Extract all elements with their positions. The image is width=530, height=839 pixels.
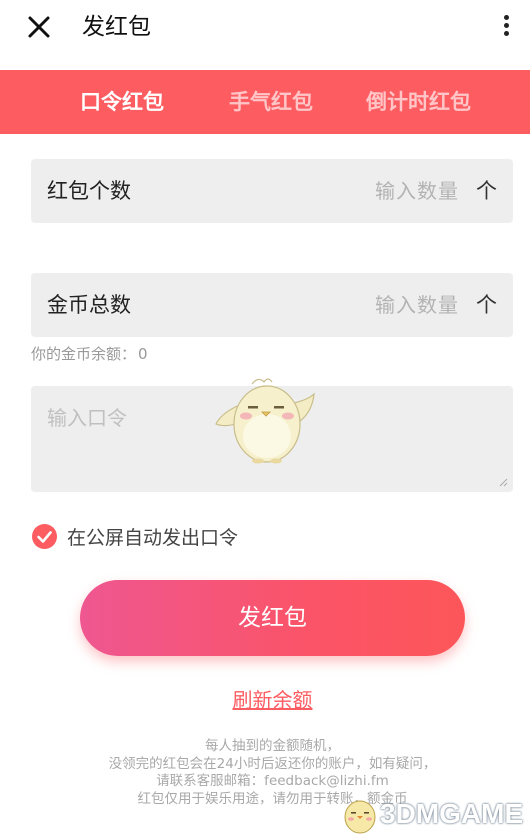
redpacket-count-input[interactable]: 输入数量 xyxy=(375,159,459,223)
password-placeholder: 输入口令 xyxy=(47,406,127,430)
tab-lucky-redpacket[interactable]: 手气红包 xyxy=(229,70,313,134)
chick-mascot-icon xyxy=(215,378,315,464)
coin-total-input[interactable]: 输入数量 xyxy=(375,273,459,337)
page-title: 发红包 xyxy=(82,14,151,40)
refresh-balance-link[interactable]: 刷新余额 xyxy=(233,688,313,712)
auto-send-option[interactable]: 在公屏自动发出口令 xyxy=(32,522,238,550)
close-icon[interactable] xyxy=(22,10,56,44)
auto-send-checkbox[interactable] xyxy=(32,523,57,549)
coin-balance-label: 你的金币余额： xyxy=(31,345,137,363)
coin-total-unit: 个 xyxy=(476,293,497,317)
site-watermark: 3DMGAME xyxy=(338,792,530,836)
resize-grip-icon[interactable] xyxy=(498,477,508,487)
checkmark-icon xyxy=(37,530,52,543)
top-bar: 发红包 xyxy=(0,0,530,70)
tab-bar: 口令红包 手气红包 倒计时红包 xyxy=(0,70,530,134)
coin-total-label: 金币总数 xyxy=(47,293,131,317)
watermark-chick-icon xyxy=(344,800,376,834)
note-line: 没领完的红包会在24小时后返还你的账户，如有疑问， xyxy=(108,755,437,772)
send-redpacket-button[interactable]: 发红包 xyxy=(80,580,465,656)
watermark-text: 3DMGAME xyxy=(380,798,524,829)
tab-countdown-redpacket[interactable]: 倒计时红包 xyxy=(366,70,471,134)
tab-password-redpacket[interactable]: 口令红包 xyxy=(80,70,164,134)
redpacket-count-unit: 个 xyxy=(476,179,497,203)
refresh-balance-row: 刷新余额 xyxy=(0,684,530,713)
coin-total-field[interactable]: 金币总数 输入数量 个 xyxy=(31,273,513,337)
coin-balance: 你的金币余额： 0 xyxy=(31,343,148,364)
coin-balance-value: 0 xyxy=(138,345,148,363)
redpacket-count-label: 红包个数 xyxy=(47,179,131,203)
note-line: 每人抽到的金额随机， xyxy=(205,738,340,754)
note-line: 请联系客服邮箱：feedback@lizhi.fm xyxy=(156,773,389,789)
more-vertical-icon[interactable] xyxy=(496,12,516,42)
redpacket-count-field[interactable]: 红包个数 输入数量 个 xyxy=(31,159,513,223)
auto-send-label: 在公屏自动发出口令 xyxy=(67,526,239,549)
